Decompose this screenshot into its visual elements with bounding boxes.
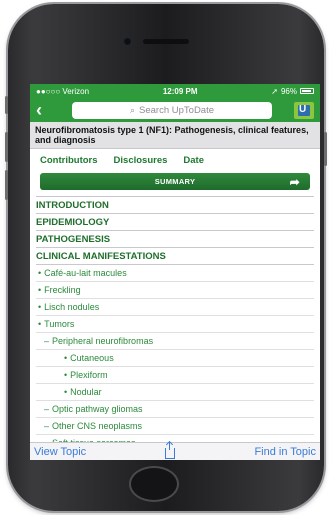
topic-title: Neurofibromatosis type 1 (NF1): Pathogen… <box>30 122 320 149</box>
outline-item-label: Café-au-lait macules <box>44 268 127 278</box>
outline-item[interactable]: – Peripheral neurofibromas <box>36 333 314 350</box>
search-icon: ⌕ <box>129 104 136 115</box>
phone-top-bezel <box>8 4 324 84</box>
summary-label: SUMMARY <box>154 177 196 186</box>
bottom-toolbar: View Topic Find in Topic <box>30 441 320 460</box>
phone-frame: ●●○○○ Verizon 12:09 PM ➚ 96% ‹ ⌕ Search … <box>5 4 327 511</box>
bullet-icon: • <box>38 268 42 278</box>
uptodate-logo-icon[interactable]: U <box>294 101 314 119</box>
dash-icon: – <box>44 421 50 431</box>
nav-bar: ‹ ⌕ Search UpToDate U <box>30 98 320 122</box>
disclosures-link[interactable]: Disclosures <box>114 155 168 166</box>
bullet-icon: • <box>64 353 68 363</box>
bullet-icon: • <box>38 285 42 295</box>
outline-section[interactable]: PATHOGENESIS <box>36 231 314 248</box>
date-link[interactable]: Date <box>183 155 204 166</box>
outline-item-label: Lisch nodules <box>44 302 100 312</box>
outline-item-label: Cutaneous <box>70 353 114 363</box>
outline-item[interactable]: • Freckling <box>36 282 314 299</box>
outline-section[interactable]: INTRODUCTION <box>36 196 314 214</box>
outline-item[interactable]: • Tumors <box>36 316 314 333</box>
screen: ●●○○○ Verizon 12:09 PM ➚ 96% ‹ ⌕ Search … <box>30 84 320 460</box>
outline-item-label: Plexiform <box>70 370 108 380</box>
earpiece-speaker <box>143 39 189 44</box>
bullet-icon: • <box>38 319 42 329</box>
outline-item[interactable]: • Plexiform <box>36 367 314 384</box>
battery-icon <box>299 88 314 94</box>
bullet-icon: • <box>64 370 68 380</box>
back-chevron-icon[interactable]: ‹ <box>36 101 50 119</box>
outline-item[interactable]: – Other CNS neoplasms <box>36 418 314 435</box>
volume-down-button <box>5 170 8 200</box>
outline-section[interactable]: CLINICAL MANIFESTATIONS <box>36 248 314 265</box>
outline-item-label: Other CNS neoplasms <box>52 421 143 431</box>
outline-item[interactable]: • Lisch nodules <box>36 299 314 316</box>
outline-item-label: Optic pathway gliomas <box>52 404 143 414</box>
outline-item[interactable]: • Café-au-lait macules <box>36 265 314 282</box>
summary-button[interactable]: SUMMARY ➦ <box>40 173 310 190</box>
topic-meta-links: Contributors Disclosures Date <box>30 149 320 171</box>
outline-item-label: Nodular <box>70 387 102 397</box>
share-icon[interactable] <box>165 441 176 459</box>
bullet-icon: • <box>64 387 68 397</box>
view-topic-button[interactable]: View Topic <box>34 446 86 458</box>
search-field[interactable]: ⌕ Search UpToDate <box>72 101 272 119</box>
topic-outline: INTRODUCTION EPIDEMIOLOGY PATHOGENESIS CLIN… <box>30 196 320 452</box>
location-arrow-icon: ➚ <box>271 86 278 96</box>
search-placeholder: Search UpToDate <box>139 104 215 116</box>
outline-section[interactable]: EPIDEMIOLOGY <box>36 214 314 231</box>
front-camera <box>123 37 132 46</box>
mute-switch <box>5 96 8 114</box>
battery-percent: 96% <box>280 86 297 96</box>
dash-icon: – <box>44 404 50 414</box>
power-button <box>324 132 327 166</box>
carrier-label: ●●○○○ Verizon <box>36 86 90 96</box>
clock: 12:09 PM <box>162 86 198 96</box>
outline-item[interactable]: – Optic pathway gliomas <box>36 401 314 418</box>
outline-item[interactable]: • Nodular <box>36 384 314 401</box>
outline-item-label: Tumors <box>44 319 75 329</box>
bullet-icon: • <box>38 302 42 312</box>
find-in-topic-button[interactable]: Find in Topic <box>254 446 316 458</box>
outline-item[interactable]: • Cutaneous <box>36 350 314 367</box>
status-right: ➚ 96% <box>271 87 314 96</box>
volume-up-button <box>5 132 8 162</box>
contributors-link[interactable]: Contributors <box>40 155 98 166</box>
dash-icon: – <box>44 336 50 346</box>
status-bar: ●●○○○ Verizon 12:09 PM ➚ 96% <box>30 84 320 98</box>
outline-item-label: Peripheral neurofibromas <box>52 336 154 346</box>
home-button[interactable] <box>129 466 179 502</box>
logo-letter: U <box>299 103 307 115</box>
share-arrow-icon: ➦ <box>289 175 300 189</box>
outline-item-label: Freckling <box>44 285 81 295</box>
